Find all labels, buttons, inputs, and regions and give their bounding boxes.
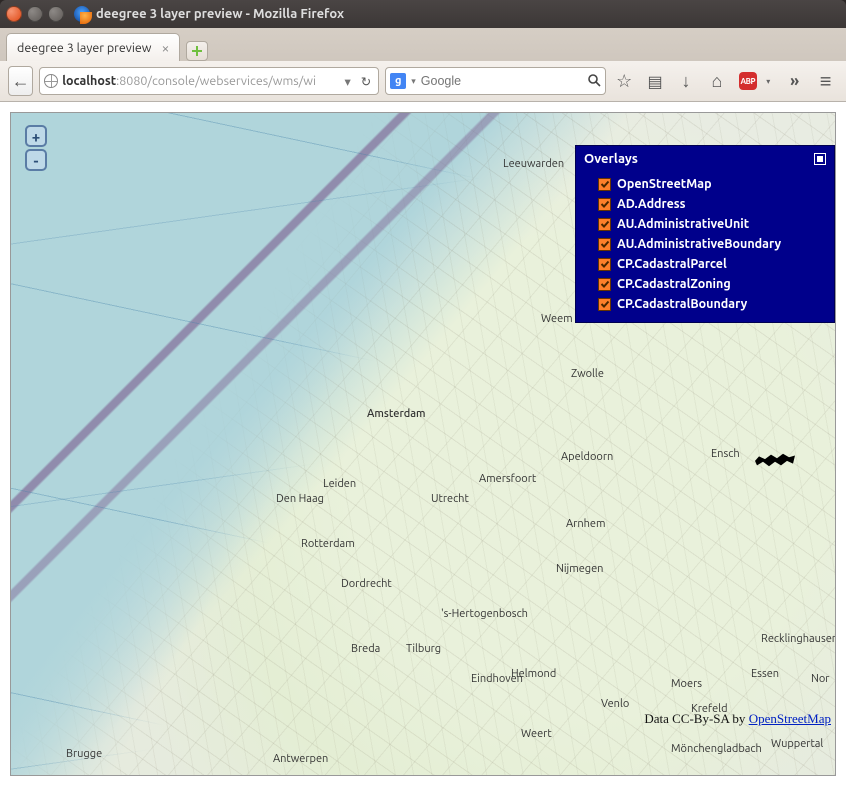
- attribution-link[interactable]: OpenStreetMap: [749, 711, 831, 726]
- attribution-prefix: Data CC-By-SA by: [644, 711, 748, 726]
- home-icon: ⌂: [711, 71, 722, 92]
- layer-label: AU.AdministrativeUnit: [617, 217, 749, 231]
- url-text: localhost:8080/console/webservices/wms/w…: [62, 74, 337, 88]
- star-icon: ☆: [616, 71, 632, 92]
- zoom-control: + -: [25, 125, 47, 171]
- google-search-icon[interactable]: g: [390, 73, 406, 89]
- layer-item[interactable]: CP.CadastralParcel: [576, 254, 834, 274]
- new-tab-button[interactable]: [186, 41, 208, 61]
- tab-close-icon[interactable]: ×: [162, 40, 170, 56]
- home-button[interactable]: ⌂: [704, 66, 729, 96]
- browser-chrome: deegree 3 layer preview × ← localhost:80…: [0, 28, 846, 102]
- plus-icon: +: [32, 128, 40, 145]
- layer-label: OpenStreetMap: [617, 177, 712, 191]
- layer-checkbox[interactable]: [598, 278, 611, 291]
- layer-switcher-panel: Overlays OpenStreetMap AD.Address AU.Admin…: [575, 145, 835, 323]
- menu-icon: ≡: [820, 69, 832, 94]
- url-host: localhost: [62, 74, 116, 88]
- search-bar[interactable]: g ▾: [385, 67, 606, 95]
- layer-checkbox[interactable]: [598, 218, 611, 231]
- back-arrow-icon: ←: [12, 71, 30, 92]
- layer-checkbox[interactable]: [598, 178, 611, 191]
- overflow-icon: »: [790, 72, 799, 90]
- layer-label: AU.AdministrativeBoundary: [617, 237, 781, 251]
- back-button[interactable]: ←: [8, 66, 33, 96]
- plus-icon: [191, 45, 203, 57]
- bookmark-star-button[interactable]: ☆: [612, 66, 637, 96]
- window-controls: [6, 6, 64, 22]
- url-bar[interactable]: localhost:8080/console/webservices/wms/w…: [39, 67, 379, 95]
- firefox-icon: [74, 6, 90, 22]
- layer-item[interactable]: AU.AdministrativeBoundary: [576, 234, 834, 254]
- layer-item[interactable]: CP.CadastralBoundary: [576, 294, 834, 314]
- window-close-button[interactable]: [6, 6, 22, 22]
- zoom-in-button[interactable]: +: [25, 125, 47, 147]
- zoom-out-button[interactable]: -: [25, 149, 47, 171]
- search-input[interactable]: [421, 74, 582, 88]
- layer-label: CP.CadastralZoning: [617, 277, 731, 291]
- layer-label: CP.CadastralBoundary: [617, 297, 747, 311]
- layer-checkbox[interactable]: [598, 238, 611, 251]
- search-engine-caret-icon[interactable]: ▾: [411, 76, 416, 87]
- menu-button[interactable]: ≡: [813, 66, 838, 96]
- layer-item[interactable]: OpenStreetMap: [576, 174, 834, 194]
- layer-item[interactable]: AD.Address: [576, 194, 834, 214]
- page-content: AmsterdamLeeuwardenZwolleApeldoornEnschU…: [0, 102, 846, 786]
- window-maximize-button[interactable]: [48, 6, 64, 22]
- globe-icon: [44, 74, 58, 88]
- tabstrip: deegree 3 layer preview ×: [0, 28, 846, 61]
- layer-checkbox[interactable]: [598, 298, 611, 311]
- search-go-icon[interactable]: [587, 73, 601, 90]
- layer-label: AD.Address: [617, 197, 686, 211]
- layer-switcher-minimize-button[interactable]: [814, 153, 826, 165]
- overlays-title: Overlays: [584, 152, 638, 166]
- reload-button[interactable]: ↻: [358, 74, 374, 89]
- tab-label: deegree 3 layer preview: [17, 41, 152, 55]
- adblock-button[interactable]: ABP: [735, 66, 760, 96]
- layer-item[interactable]: CP.CadastralZoning: [576, 274, 834, 294]
- url-path: :8080/console/webservices/wms/wi: [116, 74, 316, 88]
- window-titlebar: deegree 3 layer preview - Mozilla Firefo…: [0, 0, 846, 28]
- map-viewport[interactable]: AmsterdamLeeuwardenZwolleApeldoornEnschU…: [10, 112, 836, 776]
- abp-caret-icon[interactable]: ▾: [766, 77, 770, 86]
- reader-icon: ▤: [648, 72, 663, 91]
- abp-icon: ABP: [739, 72, 757, 90]
- layer-checkbox[interactable]: [598, 198, 611, 211]
- layer-item[interactable]: AU.AdministrativeUnit: [576, 214, 834, 234]
- map-attribution: Data CC-By-SA by OpenStreetMap: [644, 711, 831, 727]
- tab-active[interactable]: deegree 3 layer preview ×: [6, 33, 180, 61]
- layer-checkbox[interactable]: [598, 258, 611, 271]
- window-title: deegree 3 layer preview - Mozilla Firefo…: [96, 7, 344, 21]
- overflow-button[interactable]: »: [782, 66, 807, 96]
- layer-list: OpenStreetMap AD.Address AU.Administrative…: [576, 172, 834, 322]
- downloads-button[interactable]: ↓: [674, 66, 699, 96]
- layer-label: CP.CadastralParcel: [617, 257, 727, 271]
- window-minimize-button[interactable]: [27, 6, 43, 22]
- layer-switcher-header: Overlays: [576, 146, 834, 172]
- url-dropdown-icon[interactable]: ▾: [341, 74, 353, 89]
- reader-list-button[interactable]: ▤: [643, 66, 668, 96]
- toolbar: ← localhost:8080/console/webservices/wms…: [0, 61, 846, 101]
- download-icon: ↓: [681, 71, 690, 92]
- minus-icon: -: [34, 152, 39, 169]
